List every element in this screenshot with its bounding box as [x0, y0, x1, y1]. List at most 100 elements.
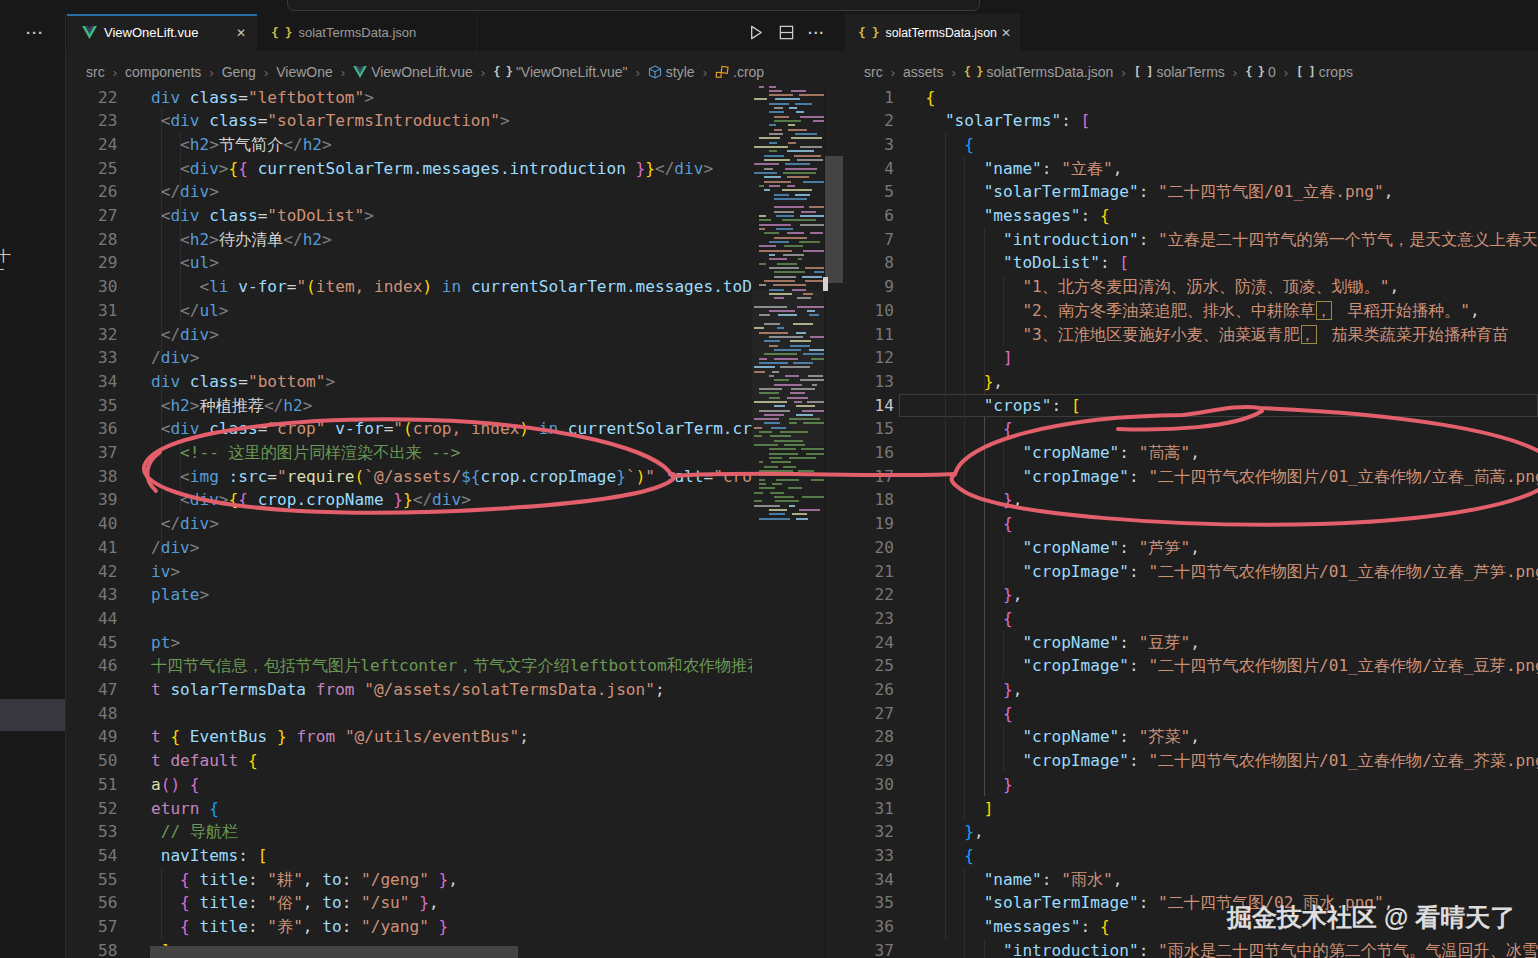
- code-line-7[interactable]: 7 "introduction": "立春是二十四节气的第一个节气，是天文意义上…: [845, 228, 1538, 252]
- code-line-42[interactable]: 42iv>: [66, 560, 752, 584]
- minimap[interactable]: [752, 86, 824, 958]
- code-line-32[interactable]: 32 </div>: [66, 323, 752, 347]
- code-line-31[interactable]: 31 ]: [845, 797, 1538, 821]
- code-line-35[interactable]: 35 <h2>种植推荐</h2>: [66, 394, 752, 418]
- breadcrumb-left-item-components[interactable]: components: [125, 64, 201, 80]
- code-line-2[interactable]: 2 "solarTerms": [: [845, 109, 1538, 133]
- run-icon[interactable]: [746, 23, 765, 42]
- code-line-36[interactable]: 36 <div class="crop" v-for="(crop, index…: [66, 417, 752, 441]
- code-line-22[interactable]: 22div class="leftbottom">: [66, 86, 752, 110]
- split-editor-icon[interactable]: [778, 24, 795, 41]
- code-line-17[interactable]: 17 "cropImage": "二十四节气农作物图片/01_立春作物/立春_茼…: [845, 465, 1538, 489]
- code-line-8[interactable]: 8 "toDoList": [: [845, 251, 1538, 275]
- code-line-34[interactable]: 34div class="bottom">: [66, 370, 752, 394]
- command-center[interactable]: [287, 0, 980, 11]
- code-line-26[interactable]: 26 </div>: [66, 180, 752, 204]
- minimap-slider[interactable]: [752, 290, 824, 445]
- code-line-49[interactable]: 49t { EventBus } from "@/utils/eventBus"…: [66, 725, 752, 749]
- breadcrumb-left-item-crop[interactable]: .crop: [715, 64, 764, 80]
- code-line-11[interactable]: 11 "3、江淮地区要施好小麦、油菜返青肥， 茄果类蔬菜开始播种育苗: [845, 323, 1538, 347]
- code-line-29[interactable]: 29 "cropImage": "二十四节气农作物图片/01_立春作物/立春_芥…: [845, 749, 1538, 773]
- code-line-40[interactable]: 40 </div>: [66, 512, 752, 536]
- code-line-15[interactable]: 15 {: [845, 417, 1538, 441]
- code-line-27[interactable]: 27 {: [845, 702, 1538, 726]
- editor-right[interactable]: 1{2 "solarTerms": [3 {4 "name": "立春",5 "…: [845, 86, 1538, 958]
- code-line-14[interactable]: 14 "crops": [: [845, 394, 1538, 418]
- code-line-12[interactable]: 12 ]: [845, 346, 1538, 370]
- scrollbar-slider[interactable]: [825, 156, 843, 283]
- code-line-24[interactable]: 24 "cropName": "豆芽",: [845, 631, 1538, 655]
- code-line-23[interactable]: 23 {: [845, 607, 1538, 631]
- horizontal-scrollbar-slider[interactable]: [150, 946, 518, 958]
- code-line-32[interactable]: 32 },: [845, 820, 1538, 844]
- code-line-22[interactable]: 22 },: [845, 583, 1538, 607]
- code-line-31[interactable]: 31 </ul>: [66, 299, 752, 323]
- code-line-16[interactable]: 16 "cropName": "茼蒿",: [845, 441, 1538, 465]
- breadcrumb-left-item-style[interactable]: style: [648, 64, 695, 80]
- code-line-18[interactable]: 18 },: [845, 488, 1538, 512]
- code-line-9[interactable]: 9 "1、北方冬麦田清沟、沥水、防渍、顶凌、划锄。",: [845, 275, 1538, 299]
- code-line-52[interactable]: 52eturn {: [66, 797, 752, 821]
- rail-selected-item[interactable]: [0, 699, 65, 731]
- breadcrumb-right-item-solattermsdatajson[interactable]: { }solatTermsData.json: [964, 64, 1114, 80]
- breadcrumb-left-item-viewoneliftvue[interactable]: ViewOneLift.vue: [353, 64, 473, 80]
- code-line-6[interactable]: 6 "messages": {: [845, 204, 1538, 228]
- code-line-19[interactable]: 19 {: [845, 512, 1538, 536]
- breadcrumb-left-item-src[interactable]: src: [86, 64, 105, 80]
- breadcrumb-right-item-solarterms[interactable]: [ ]solarTerms: [1134, 64, 1225, 80]
- tab-viewonelift-vue[interactable]: ViewOneLift.vue ✕: [67, 14, 257, 51]
- code-line-13[interactable]: 13 },: [845, 370, 1538, 394]
- code-line-48[interactable]: 48: [66, 702, 752, 726]
- code-line-37[interactable]: 37 <!-- 这里的图片同样渲染不出来 -->: [66, 441, 752, 465]
- code-line-5[interactable]: 5 "solarTermImage": "二十四节气图/01_立春.png",: [845, 180, 1538, 204]
- code-line-41[interactable]: 41/div>: [66, 536, 752, 560]
- code-line-37[interactable]: 37 "introduction": "雨水是二十四节气中的第二个节气。气温回升…: [845, 939, 1538, 958]
- code-line-4[interactable]: 4 "name": "立春",: [845, 157, 1538, 181]
- code-line-46[interactable]: 46十四节气信息，包括节气图片leftconter，节气文字介绍leftbott…: [66, 654, 752, 678]
- code-line-38[interactable]: 38 <img :src="require(`@/assets/${crop.c…: [66, 465, 752, 489]
- code-line-55[interactable]: 55 { title: "耕", to: "/geng" },: [66, 868, 752, 892]
- more-actions-icon[interactable]: ···: [26, 24, 44, 41]
- code-line-25[interactable]: 25 <div>{{ currentSolarTerm.messages.int…: [66, 157, 752, 181]
- code-line-25[interactable]: 25 "cropImage": "二十四节气农作物图片/01_立春作物/立春_豆…: [845, 654, 1538, 678]
- code-line-51[interactable]: 51a() {: [66, 773, 752, 797]
- code-line-53[interactable]: 53 // 导航栏: [66, 820, 752, 844]
- tab-solattermsdata-json-right[interactable]: { } solatTermsData.json ✕: [845, 14, 1020, 51]
- code-line-33[interactable]: 33/div>: [66, 346, 752, 370]
- code-line-56[interactable]: 56 { title: "俗", to: "/su" },: [66, 891, 752, 915]
- code-line-47[interactable]: 47t solarTermsData from "@/assets/solatT…: [66, 678, 752, 702]
- code-line-45[interactable]: 45pt>: [66, 631, 752, 655]
- tab-solattermsdata-json[interactable]: { } solatTermsData.json: [257, 14, 477, 51]
- code-line-30[interactable]: 30 }: [845, 773, 1538, 797]
- code-line-44[interactable]: 44: [66, 607, 752, 631]
- code-line-28[interactable]: 28 <h2>待办清单</h2>: [66, 228, 752, 252]
- code-line-10[interactable]: 10 "2、南方冬季油菜追肥、排水、中耕除草， 早稻开始播种。",: [845, 299, 1538, 323]
- code-line-57[interactable]: 57 { title: "养", to: "/yang" }: [66, 915, 752, 939]
- breadcrumb-left-item-viewone[interactable]: ViewOne: [276, 64, 333, 80]
- code-line-27[interactable]: 27 <div class="toDoList">: [66, 204, 752, 228]
- code-line-28[interactable]: 28 "cropName": "芥菜",: [845, 725, 1538, 749]
- code-line-43[interactable]: 43plate>: [66, 583, 752, 607]
- code-line-50[interactable]: 50t default {: [66, 749, 752, 773]
- breadcrumb-right-item-assets[interactable]: assets: [903, 64, 943, 80]
- code-line-29[interactable]: 29 <ul>: [66, 251, 752, 275]
- code-line-26[interactable]: 26 },: [845, 678, 1538, 702]
- breadcrumb-right-item-crops[interactable]: [ ]crops: [1296, 64, 1353, 80]
- code-line-33[interactable]: 33 {: [845, 844, 1538, 868]
- close-tab-icon[interactable]: ✕: [1001, 26, 1011, 40]
- code-line-3[interactable]: 3 {: [845, 133, 1538, 157]
- code-line-23[interactable]: 23 <div class="solarTermsIntroduction">: [66, 109, 752, 133]
- code-line-54[interactable]: 54 navItems: [: [66, 844, 752, 868]
- breadcrumb-right-item-0[interactable]: { }0: [1245, 64, 1275, 80]
- editor-left[interactable]: 22div class="leftbottom">23 <div class="…: [66, 86, 752, 958]
- breadcrumb-left-item-viewoneliftvue[interactable]: { }"ViewOneLift.vue": [493, 64, 627, 80]
- code-line-21[interactable]: 21 "cropImage": "二十四节气农作物图片/01_立春作物/立春_芦…: [845, 560, 1538, 584]
- code-line-34[interactable]: 34 "name": "雨水",: [845, 868, 1538, 892]
- code-line-24[interactable]: 24 <h2>节气简介</h2>: [66, 133, 752, 157]
- code-line-20[interactable]: 20 "cropName": "芦笋",: [845, 536, 1538, 560]
- code-line-30[interactable]: 30 <li v-for="(item, index) in currentSo…: [66, 275, 752, 299]
- close-tab-icon[interactable]: ✕: [236, 26, 246, 40]
- breadcrumb-right-item-src[interactable]: src: [864, 64, 883, 80]
- more-actions-icon[interactable]: ···: [808, 25, 825, 41]
- code-line-39[interactable]: 39 <div>{{ crop.cropName }}</div>: [66, 488, 752, 512]
